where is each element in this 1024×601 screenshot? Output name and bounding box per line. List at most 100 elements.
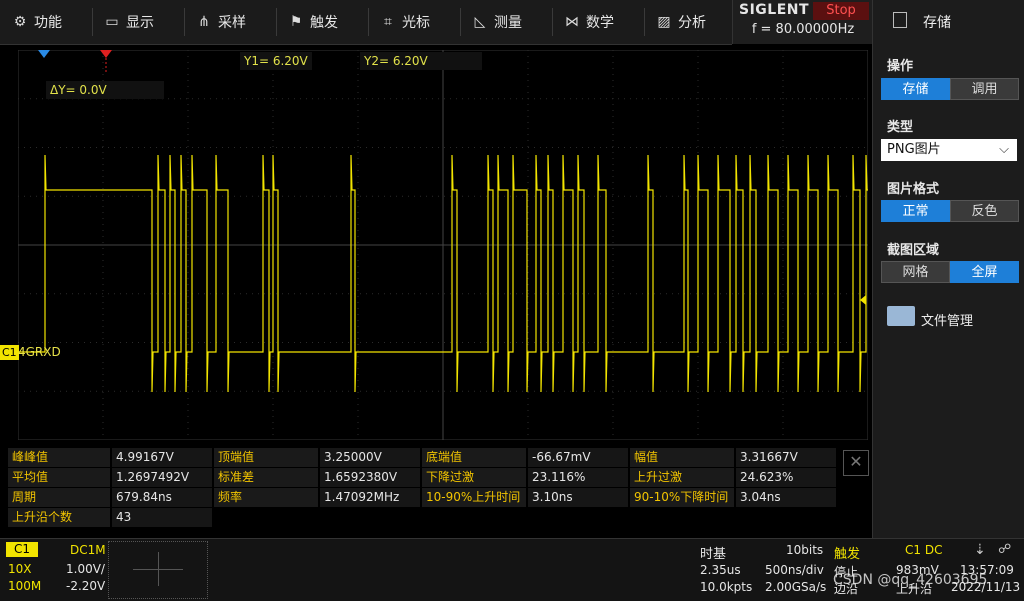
measurement-table: 峰峰值 4.99167V 顶端值 3.25000V 底端值 -66.67mV 幅值 3.316… — [8, 448, 836, 534]
menu-cursor[interactable]: ⌗ 光标 — [380, 0, 430, 44]
measurement-label: 下降过激 — [422, 468, 526, 487]
display-icon: ▭ — [105, 14, 119, 30]
menu-label: 采样 — [218, 15, 246, 31]
bandwidth-limit: 100M — [8, 579, 42, 593]
adc-bits: 10bits — [786, 543, 824, 557]
measurement-label: 上升沿个数 — [8, 508, 110, 527]
time-per-div: 500ns/div — [765, 563, 824, 577]
save-panel: 存储 操作 存储 调用 类型 PNG图片 ⌵ 图片格式 正常 反色 截图区域 网… — [872, 0, 1024, 538]
image-format-label: 图片格式 — [887, 182, 940, 197]
gear-icon: ⚙ — [13, 14, 27, 30]
brand-status-area: SIGLENT Stop f = 80.00000Hz — [732, 0, 873, 44]
measurement-label: 周期 — [8, 488, 110, 507]
normal-format-button[interactable]: 正常 — [881, 200, 950, 222]
save-icon — [893, 12, 907, 28]
menu-label: 数学 — [586, 15, 614, 31]
measurement-value: 3.04ns — [736, 488, 836, 507]
save-button[interactable]: 存储 — [881, 78, 950, 100]
type-select[interactable]: PNG图片 ⌵ — [881, 139, 1017, 161]
measurement-label: 幅值 — [630, 448, 734, 467]
folder-icon — [887, 306, 915, 326]
menu-gear[interactable]: ⚙ 功能 — [12, 0, 62, 44]
measurement-value: 4.99167V — [112, 448, 212, 467]
measurement-label: 平均值 — [8, 468, 110, 487]
measurement-label: 10-90%上升时间 — [422, 488, 526, 507]
measurement-value: 1.6592380V — [320, 468, 420, 487]
measurement-value: 1.47092MHz — [320, 488, 420, 507]
file-manager-button[interactable]: 文件管理 — [921, 310, 973, 329]
menu-analyze[interactable]: ▨ 分析 — [656, 0, 706, 44]
sample-rate: 2.00GSa/s — [765, 580, 827, 594]
measurement-row: 周期 679.84ns 频率 1.47092MHz 10-90%上升时间 3.10ns 90… — [8, 488, 836, 507]
measurement-label: 底端值 — [422, 448, 526, 467]
capture-area-label: 截图区域 — [887, 243, 940, 258]
siglent-logo: SIGLENT — [739, 2, 810, 18]
menu-measure[interactable]: ◺ 测量 — [472, 0, 522, 44]
flag-icon: ⚑ — [289, 14, 303, 30]
menu-label: 功能 — [34, 15, 62, 31]
cursor-y1-readout: Y1= 6.20V — [240, 52, 312, 70]
type-label: 类型 — [887, 120, 914, 135]
measurement-row: 峰峰值 4.99167V 顶端值 3.25000V 底端值 -66.67mV 幅值 3.316… — [8, 448, 836, 467]
analyze-icon: ▨ — [657, 14, 671, 30]
operation-label: 操作 — [887, 59, 914, 74]
measurement-value: 3.25000V — [320, 448, 420, 467]
measurement-value: 3.10ns — [528, 488, 628, 507]
measurement-value: 679.84ns — [112, 488, 212, 507]
volts-per-div: 1.00V/ — [66, 562, 105, 576]
menu-label: 光标 — [402, 15, 430, 31]
measurement-label: 上升过激 — [630, 468, 734, 487]
menu-label: 分析 — [678, 15, 706, 31]
timebase-label: 时基 — [700, 547, 727, 562]
measurement-value: 24.623% — [736, 468, 836, 487]
measurement-value: 3.31667V — [736, 448, 836, 467]
invert-format-button[interactable]: 反色 — [950, 200, 1019, 222]
channel-add-area[interactable] — [108, 541, 208, 599]
trigger-source: C1 DC — [905, 543, 943, 557]
top-menu-bar: ⚙ 功能 ▭ 显示 ⋔ 采样 ⚑ 触发 ⌗ 光标 ◺ 测量 ⋈ 数学 ▨ 分析 — [0, 0, 732, 45]
run-stop-status[interactable]: Stop — [813, 2, 869, 20]
menu-label: 触发 — [310, 15, 338, 31]
trigger-frequency: f = 80.00000Hz — [751, 22, 855, 37]
menu-sample[interactable]: ⋔ 采样 — [196, 0, 246, 44]
watermark: CSDN @qq_42603695 — [833, 572, 988, 588]
measurement-label: 频率 — [214, 488, 318, 507]
channel-coupling: DC1M — [70, 543, 106, 557]
cursor-icon: ⌗ — [384, 14, 392, 30]
measurement-row: 上升沿个数 43 — [8, 508, 836, 527]
type-select-value: PNG图片 — [887, 142, 941, 157]
measurement-label: 标准差 — [214, 468, 318, 487]
menu-flag[interactable]: ⚑ 触发 — [288, 0, 338, 44]
trigger-label: 触发 — [834, 547, 861, 562]
probe-attenuation: 10X — [8, 562, 32, 576]
cursor-delta-y-readout: ΔY= 0.0V — [46, 81, 164, 99]
trigger-delay: 2.35us — [700, 563, 741, 577]
math-icon: ⋈ — [565, 14, 579, 30]
menu-label: 显示 — [126, 15, 154, 31]
measurement-row: 平均值 1.2697492V 标准差 1.6592380V 下降过激 23.116% 上升过… — [8, 468, 836, 487]
channel-1-marker[interactable]: C1 — [0, 345, 19, 360]
grid-area-button[interactable]: 网格 — [881, 261, 950, 283]
measurement-label: 顶端值 — [214, 448, 318, 467]
chevron-down-icon: ⌵ — [999, 142, 1009, 157]
channel-1-tab[interactable]: C1 — [6, 542, 38, 557]
menu-math[interactable]: ⋈ 数学 — [564, 0, 614, 44]
menu-label: 测量 — [494, 15, 522, 31]
measure-icon: ◺ — [474, 14, 486, 30]
measurement-label: 90-10%下降时间 — [630, 488, 734, 507]
recall-button[interactable]: 调用 — [950, 78, 1019, 100]
memory-depth: 10.0kpts — [700, 580, 753, 594]
channel-offset: -2.20V — [66, 579, 106, 593]
usb-icon: ⇣ — [974, 542, 986, 558]
waveform-display[interactable] — [18, 50, 868, 440]
menu-display[interactable]: ▭ 显示 — [104, 0, 154, 44]
fullscreen-area-button[interactable]: 全屏 — [950, 261, 1019, 283]
panel-title: 存储 — [923, 15, 951, 31]
close-icon[interactable]: ✕ — [843, 450, 869, 476]
measurement-value: 23.116% — [528, 468, 628, 487]
measurement-value: 1.2697492V — [112, 468, 212, 487]
cursor-y2-readout: Y2= 6.20V — [360, 52, 482, 70]
channel-1-label: 4GRXD — [18, 345, 61, 359]
network-icon: ☍ — [998, 542, 1012, 557]
measurement-label: 峰峰值 — [8, 448, 110, 467]
